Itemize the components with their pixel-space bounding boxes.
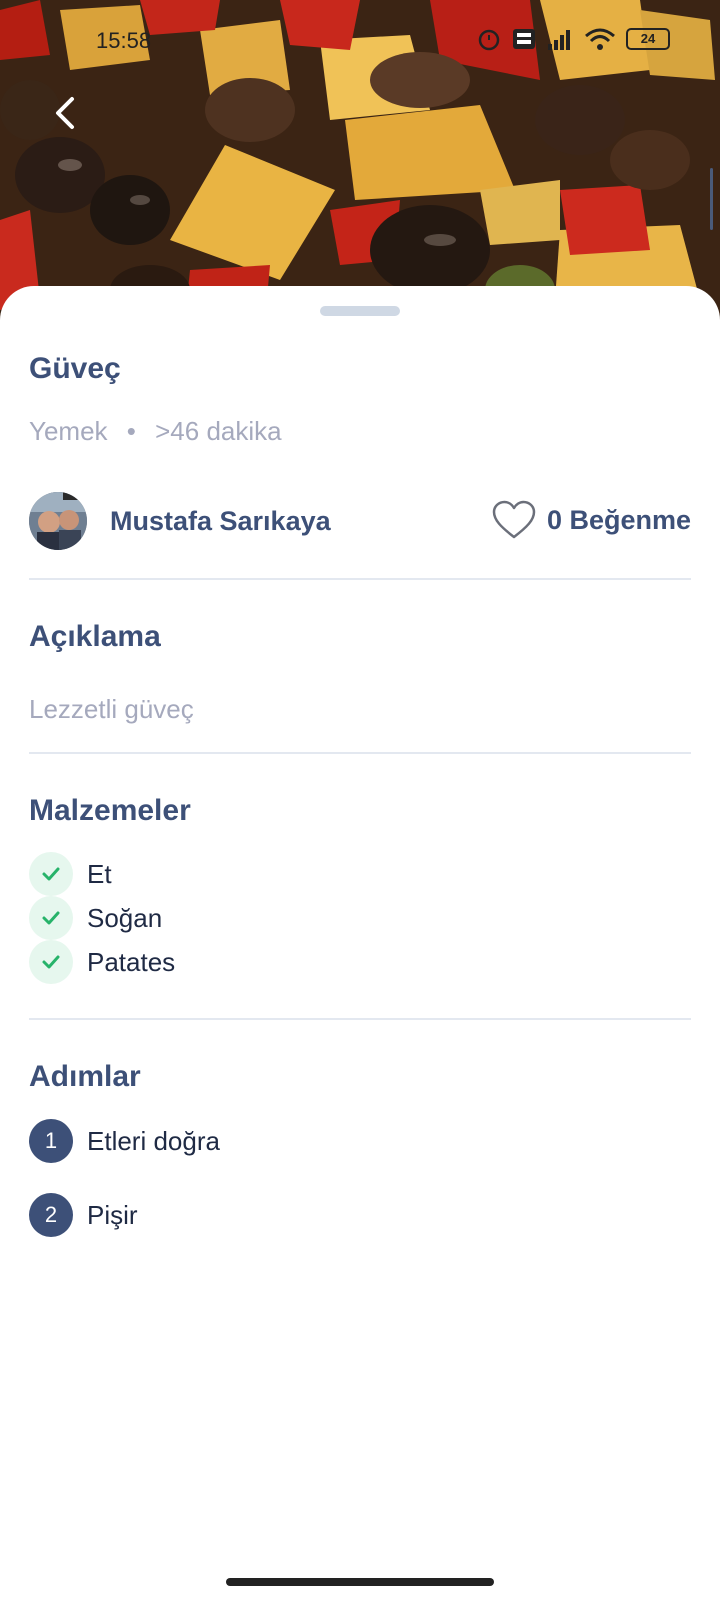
divider bbox=[29, 578, 691, 580]
scrollbar[interactable] bbox=[710, 168, 713, 230]
ingredients-heading: Malzemeler bbox=[29, 794, 191, 827]
volte-icon bbox=[513, 29, 535, 49]
divider bbox=[29, 1018, 691, 1020]
signal-icon bbox=[548, 30, 570, 50]
status-time: 15:58 bbox=[96, 28, 152, 53]
heart-outline-icon bbox=[492, 500, 536, 539]
status-icons: 24 bbox=[476, 26, 670, 52]
ingredient-label: Patates bbox=[87, 946, 176, 977]
ingredient-item: Patates bbox=[29, 940, 175, 984]
check-icon bbox=[29, 852, 73, 896]
ingredient-list: Et Soğan Patates bbox=[29, 852, 175, 984]
step-list: 1 Etleri doğra 2 Pişir bbox=[29, 1118, 220, 1266]
battery-indicator: 24 bbox=[626, 28, 670, 50]
steps-heading: Adımlar bbox=[29, 1060, 141, 1093]
recipe-meta: Yemek • >46 dakika bbox=[29, 416, 282, 447]
divider bbox=[29, 752, 691, 754]
chevron-left-icon bbox=[56, 97, 74, 129]
home-indicator[interactable] bbox=[226, 1578, 494, 1586]
step-text: Etleri doğra bbox=[87, 1125, 220, 1156]
author-name[interactable]: Mustafa Sarıkaya bbox=[110, 506, 331, 537]
step-number: 1 bbox=[29, 1119, 73, 1163]
ingredient-label: Soğan bbox=[87, 902, 163, 933]
step-item: 2 Pişir bbox=[29, 1192, 220, 1238]
description-text: Lezzetli güveç bbox=[29, 694, 194, 724]
check-icon bbox=[29, 940, 73, 984]
like-button[interactable]: 0 Beğenme bbox=[491, 500, 691, 540]
ingredient-item: Soğan bbox=[29, 896, 175, 940]
ingredient-item: Et bbox=[29, 852, 175, 896]
likes-count: 0 Beğenme bbox=[546, 504, 691, 535]
recipe-title: Güveç bbox=[29, 352, 121, 385]
ingredient-label: Et bbox=[87, 858, 112, 889]
description-heading: Açıklama bbox=[29, 620, 161, 653]
status-bar: 15:58 24 bbox=[0, 22, 720, 62]
step-text: Pişir bbox=[87, 1199, 138, 1230]
avatar-photo bbox=[29, 492, 87, 550]
step-item: 1 Etleri doğra bbox=[29, 1118, 220, 1164]
recipe-detail-sheet: Güveç Yemek • >46 dakika Mustafa Sarıkay… bbox=[0, 286, 720, 1600]
recipe-category: Yemek bbox=[29, 416, 108, 446]
check-icon bbox=[29, 896, 73, 940]
author-row: Mustafa Sarıkaya 0 Beğenme bbox=[29, 492, 691, 552]
step-number: 2 bbox=[29, 1193, 73, 1237]
recipe-duration: >46 dakika bbox=[155, 416, 282, 446]
drag-handle[interactable] bbox=[320, 306, 400, 316]
wifi-icon bbox=[585, 28, 615, 50]
alarm-icon bbox=[478, 29, 500, 51]
meta-separator: • bbox=[126, 416, 136, 446]
back-button[interactable] bbox=[40, 88, 90, 138]
avatar[interactable] bbox=[29, 492, 87, 550]
